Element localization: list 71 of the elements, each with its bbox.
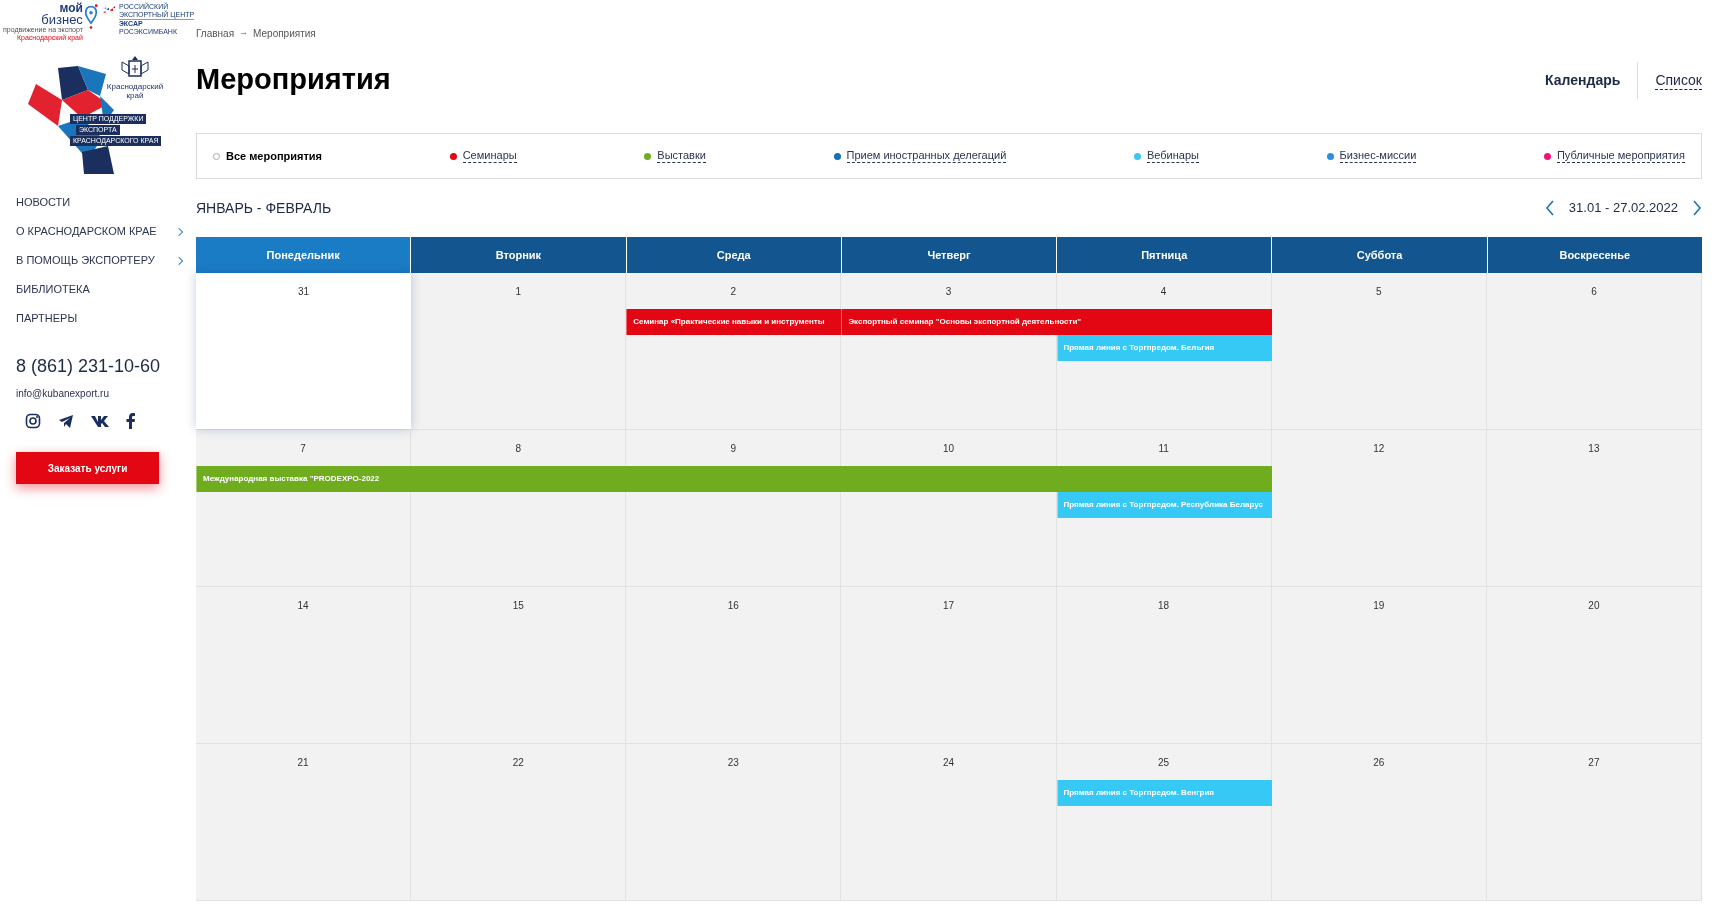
filter-option[interactable]: Бизнес-миссии [1326,149,1417,163]
day-number: 17 [942,599,955,610]
day-number: 5 [1376,285,1382,296]
page-title: Мероприятия [196,62,391,98]
event-bar[interactable]: Экспортный семинар "Основы экспортной деятельности" [841,309,1272,335]
day-number: 10 [942,442,955,453]
nav-link[interactable]: О КРАСНОДАРСКОМ КРАЕ [16,217,186,246]
date-range: 31.01 - 27.02.2022 [1568,199,1678,218]
day-number: 27 [1588,756,1600,767]
vk-icon[interactable] [91,415,109,427]
day-number: 21 [297,756,309,767]
weekday-header: Среда [626,237,841,273]
chevron-right-icon [178,226,184,237]
day-number: 6 [1591,285,1597,296]
day-number: 13 [1588,442,1600,453]
day-number: 22 [512,756,524,767]
email-link[interactable]: info@kubanexport.ru [16,386,186,401]
phone-number: 8 (861) 231-10-60 [16,355,162,378]
day-number: 15 [512,599,524,610]
day-number: 20 [1588,599,1600,610]
day-number: 9 [730,442,737,453]
view-tab[interactable]: Календарь [1528,61,1638,99]
day-number: 14 [297,599,309,610]
facebook-icon[interactable] [126,413,136,429]
breadcrumb-link[interactable]: Мероприятия [253,25,316,41]
filter-option[interactable]: Все мероприятия [213,147,323,165]
filter-option[interactable]: Публичные мероприятия [1543,149,1685,163]
weekday-header: Понедельник [196,237,411,273]
weekday-header: Пятница [1057,237,1272,273]
logo-text: Краснодарский край [105,82,165,100]
day-number: 2 [730,285,737,296]
filter-option[interactable]: Семинары [449,149,517,163]
weekday-header: Четверг [841,237,1057,273]
breadcrumb-link[interactable]: Главная [196,25,235,41]
weekday-header: Вторник [411,237,626,273]
day-number: 19 [1373,599,1385,610]
day-number: 23 [727,756,739,767]
nav-link[interactable]: В ПОМОЩЬ ЭКСПОРТЕРУ [16,246,186,275]
logo-text: бизнес [41,14,83,26]
day-number: 26 [1373,756,1385,767]
day-number: 25 [1158,756,1170,767]
nav-link[interactable]: БИБЛИОТЕКА [16,275,186,304]
day-number: 4 [1160,285,1167,296]
instagram-icon[interactable] [25,413,41,429]
swallows-icon [100,5,117,16]
nav-link[interactable]: НОВОСТИ [16,188,186,217]
weekday-header: Суббота [1272,237,1487,273]
chevron-right-icon [178,255,184,266]
period-label: ЯНВАРЬ - ФЕВРАЛЬ [196,198,332,218]
logo-text: мой [59,3,83,14]
day-number: 24 [942,756,955,767]
day-number: 1 [515,285,521,296]
today-cell[interactable]: 31 [196,273,412,429]
day-number: 12 [1373,442,1385,453]
day-number: 16 [727,599,739,610]
paper-plane-icon[interactable] [58,413,74,429]
event-bar[interactable]: Семинар «Практические навыки и инструменты [626,309,842,335]
day-number: 3 [945,285,952,296]
day-number: 7 [300,442,306,453]
day-number: 11 [1158,442,1169,453]
day-number: 8 [515,442,521,453]
nav-link[interactable]: ПАРТНЕРЫ [16,304,186,333]
order-services-button[interactable]: Заказать услуги [16,452,159,484]
filter-option[interactable]: Выставки [644,149,706,163]
filter-option[interactable]: Прием иностранных делегаций [833,149,1007,163]
filter-option[interactable]: Вебинары [1133,149,1199,163]
day-number: 31 [298,285,310,296]
view-tab[interactable]: Список [1637,61,1702,99]
weekday-header: Воскресенье [1487,237,1702,273]
breadcrumb-separator: → [239,26,249,40]
day-number: 18 [1158,599,1170,610]
